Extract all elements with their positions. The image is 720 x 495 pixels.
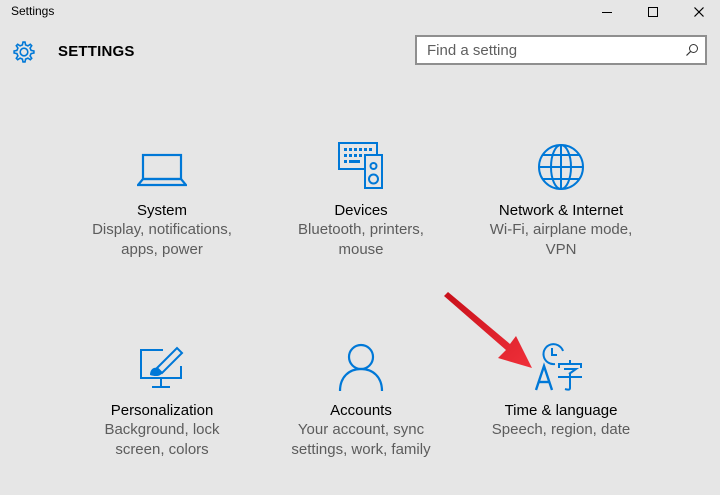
tile-title: System [136, 202, 187, 219]
tile-system[interactable]: System Display, notifications, apps, powe… [62, 140, 262, 270]
tile-description: Wi-Fi, airplane mode, VPN [489, 221, 633, 258]
laptop-icon [62, 150, 262, 190]
globe-icon [461, 142, 661, 192]
tile-title: Network & Internet [498, 202, 624, 219]
tile-description: Your account, sync settings, work, family [291, 421, 431, 458]
minimize-icon [602, 12, 612, 13]
page-title: SETTINGS [58, 43, 135, 60]
search-icon[interactable] [685, 43, 699, 62]
maximize-button[interactable] [630, 0, 676, 24]
title-bar[interactable]: Settings [0, 0, 720, 24]
tile-description: Display, notifications, apps, power [92, 221, 232, 258]
keyboard-speaker-icon [261, 140, 461, 192]
tile-description: Background, lock screen, colors [104, 421, 220, 458]
maximize-icon [648, 7, 658, 17]
minimize-button[interactable] [584, 0, 630, 24]
person-icon [261, 342, 461, 392]
tile-title: Accounts [330, 402, 392, 419]
tile-description: Speech, region, date [491, 421, 631, 438]
tile-title: Devices [334, 202, 388, 219]
gear-icon [11, 39, 37, 70]
tile-title: Time & language [504, 402, 618, 419]
search-box[interactable] [415, 35, 707, 65]
tile-network-internet[interactable]: Network & Internet Wi-Fi, airplane mode,… [461, 140, 661, 270]
tile-devices[interactable]: Devices Bluetooth, printers, mouse [261, 140, 461, 270]
tile-description: Bluetooth, printers, mouse [298, 221, 424, 258]
search-input[interactable] [417, 37, 675, 63]
tile-personalization[interactable]: Personalization Background, lock screen, … [62, 340, 262, 470]
tile-accounts[interactable]: Accounts Your account, sync settings, wor… [261, 340, 461, 470]
tile-title: Personalization [110, 402, 214, 419]
close-button[interactable] [676, 0, 720, 24]
close-icon [694, 7, 704, 17]
annotation-arrow [444, 292, 532, 368]
monitor-brush-icon [62, 344, 262, 390]
window-title: Settings [11, 4, 55, 18]
